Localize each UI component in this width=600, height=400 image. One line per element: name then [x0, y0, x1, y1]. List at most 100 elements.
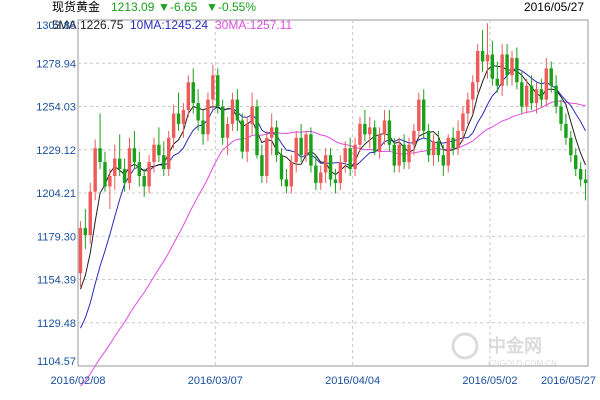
candle	[358, 116, 362, 152]
candle	[103, 151, 107, 192]
candle-body	[225, 123, 230, 138]
candle-body	[343, 148, 347, 163]
candle	[529, 75, 534, 111]
change-pct-value: -0.55%	[218, 0, 256, 14]
candle	[426, 123, 431, 163]
ma5-line-group	[80, 65, 586, 290]
candle-body	[338, 162, 343, 183]
candle-body	[152, 144, 156, 163]
candle-body	[333, 179, 338, 183]
candle-body	[456, 130, 460, 149]
candle-body	[191, 82, 195, 104]
candle-body	[554, 85, 558, 107]
candle	[250, 92, 254, 135]
candle-body	[515, 57, 519, 83]
candle	[255, 99, 259, 159]
candle-body	[167, 137, 171, 170]
candle-body	[426, 130, 431, 156]
candle-body	[255, 106, 259, 156]
candle-body	[162, 155, 166, 170]
candle	[387, 110, 392, 152]
change-value: -6.65	[170, 0, 198, 14]
candle	[475, 44, 480, 93]
candle-body	[284, 179, 289, 187]
y-tick-label: 1303.85	[36, 20, 76, 32]
candle	[490, 40, 495, 86]
candle-body	[206, 99, 210, 135]
candle	[269, 113, 274, 156]
candle-body	[137, 162, 142, 177]
candle	[417, 92, 421, 138]
candle-body	[274, 127, 279, 156]
candle-body	[485, 54, 490, 62]
y-tick-label: 1104.57	[37, 356, 76, 368]
candle	[348, 137, 352, 177]
candlestick-chart: 现货黄金 1213.09 ▼ -6.65 ▼ -0.55% 2016/05/27…	[36, 0, 596, 387]
candle-body	[520, 82, 524, 107]
candle	[157, 127, 161, 163]
candle	[211, 64, 215, 111]
instrument-title: 现货黄金	[52, 0, 100, 14]
candle	[265, 130, 269, 183]
candle	[466, 92, 470, 124]
candle	[132, 130, 137, 170]
candle-body	[495, 78, 499, 86]
candle-body	[196, 103, 200, 121]
y-tick-label: 1154.39	[37, 275, 76, 287]
candle-body	[441, 155, 446, 166]
candle-body	[147, 162, 151, 187]
candle-body	[171, 113, 176, 138]
candle-body	[407, 144, 411, 163]
candle-body	[230, 99, 235, 124]
candle	[549, 61, 553, 93]
candle-body	[279, 155, 284, 180]
candle	[338, 155, 343, 190]
candle	[186, 75, 191, 117]
candle-body	[500, 54, 504, 86]
candle	[167, 130, 171, 177]
candle	[333, 169, 338, 194]
candle-body	[353, 144, 357, 170]
candle-body	[289, 162, 294, 187]
candle-body	[402, 144, 406, 163]
candle-body	[564, 123, 568, 138]
candle	[382, 110, 387, 145]
candle	[309, 127, 313, 173]
candle-body	[304, 134, 308, 156]
candle-body	[93, 148, 97, 192]
candle-body	[309, 134, 313, 166]
candle	[363, 110, 367, 142]
candle	[578, 162, 583, 187]
candle	[471, 75, 475, 114]
candle-body	[235, 99, 240, 121]
candle-body	[117, 158, 122, 170]
ma10-line-group	[80, 67, 586, 329]
candle-body	[436, 141, 441, 156]
x-tick-label: 2016/04/04	[325, 375, 380, 387]
candle	[422, 89, 426, 138]
candle-body	[569, 137, 573, 156]
candle-body	[539, 89, 544, 100]
candle-body	[510, 57, 514, 76]
candle	[510, 50, 514, 86]
candle	[377, 127, 382, 159]
candle-body	[368, 127, 372, 135]
candle-body	[578, 169, 583, 180]
candle-body	[314, 165, 318, 183]
candle	[539, 78, 544, 107]
candle	[83, 208, 88, 249]
candle-body	[358, 123, 362, 145]
candle	[544, 57, 549, 107]
candle-body	[392, 144, 397, 166]
candle-body	[431, 141, 436, 156]
candle	[284, 169, 289, 194]
candle-body	[240, 120, 244, 152]
candle-body	[260, 155, 264, 177]
candle-body	[471, 82, 475, 100]
x-tick-label: 2016/05/02	[462, 375, 517, 387]
candle-body	[98, 148, 102, 163]
candle-body	[397, 144, 401, 166]
candle	[505, 44, 509, 86]
chart-header: 现货黄金 1213.09 ▼ -6.65 ▼ -0.55% 2016/05/27…	[52, 0, 584, 32]
candle	[343, 141, 347, 173]
